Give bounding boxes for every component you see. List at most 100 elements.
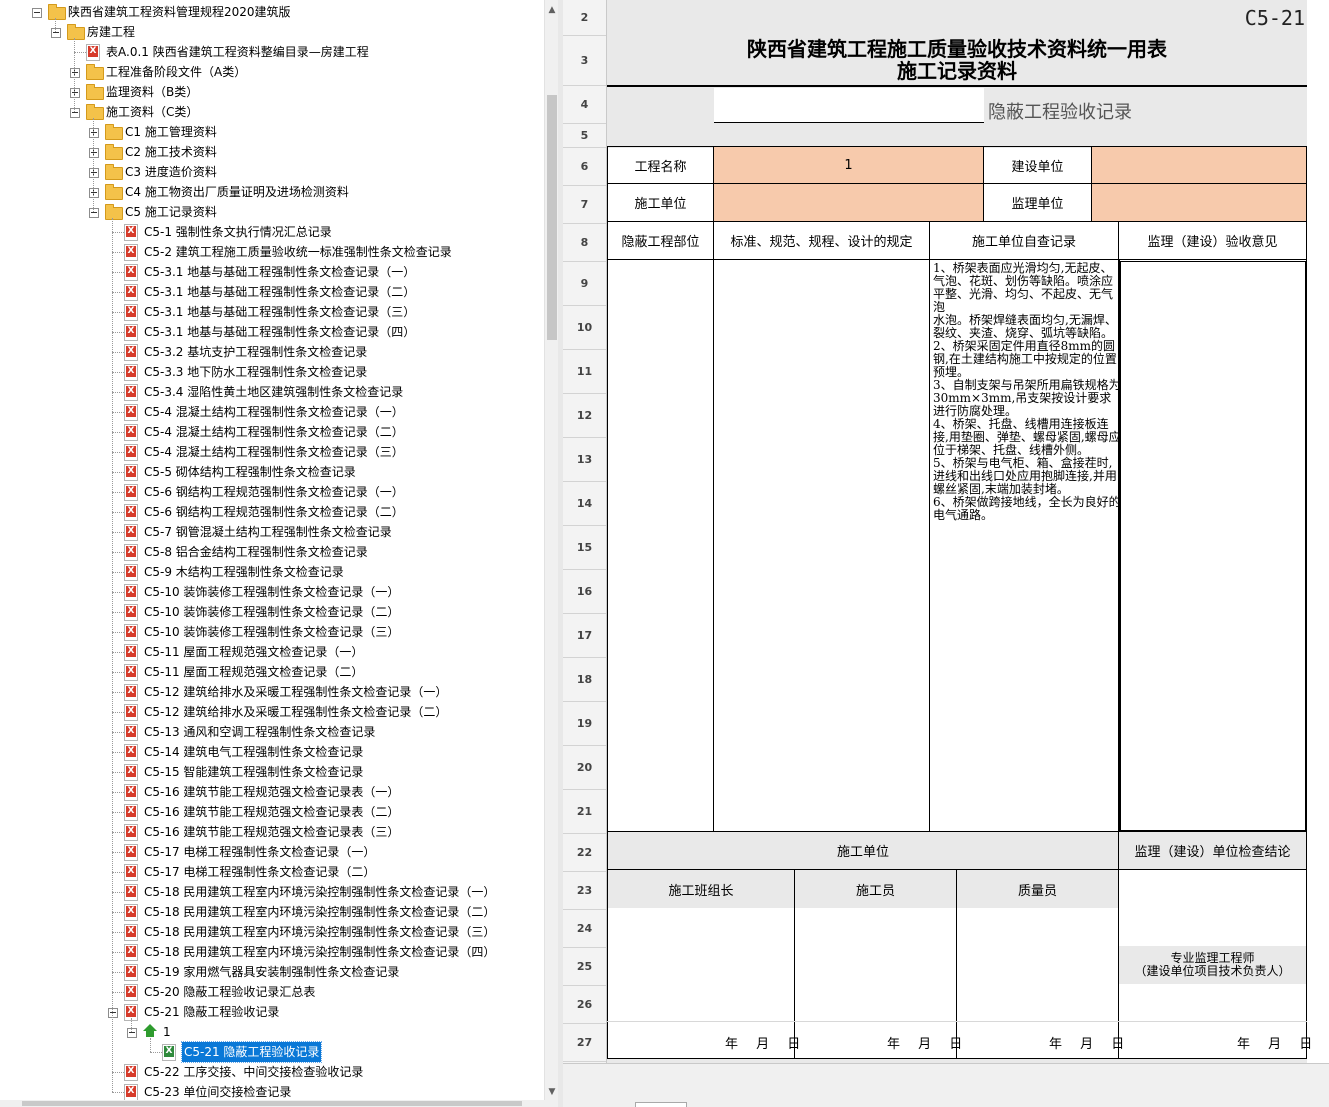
- expand-icon[interactable]: [89, 128, 99, 138]
- row-number[interactable]: 25: [563, 948, 606, 986]
- row-number[interactable]: 9: [563, 262, 606, 306]
- tree-item[interactable]: C5-15 智能建筑工程强制性条文检查记录: [0, 762, 544, 782]
- tree-item[interactable]: C5-12 建筑给排水及采暖工程强制性条文检查记录（一）: [0, 682, 544, 702]
- tree-item[interactable]: C5-6 钢结构工程规范强制性条文检查记录（二）: [0, 502, 544, 522]
- collapse-icon[interactable]: [108, 1008, 118, 1018]
- expand-icon[interactable]: [89, 168, 99, 178]
- expand-icon[interactable]: [89, 148, 99, 158]
- tree-vertical-scrollbar[interactable]: ▲ ▼: [544, 0, 559, 1100]
- tree-item[interactable]: C5-3.3 地下防水工程强制性条文检查记录: [0, 362, 544, 382]
- tree-item[interactable]: C5-2 建筑工程施工质量验收统一标准强制性条文检查记录: [0, 242, 544, 262]
- tree-item[interactable]: C5-4 混凝土结构工程强制性条文检查记录（三）: [0, 442, 544, 462]
- collapse-icon[interactable]: [51, 28, 61, 38]
- tree-item[interactable]: C2 施工技术资料: [0, 142, 544, 162]
- row-number[interactable]: 12: [563, 394, 606, 438]
- collapse-icon[interactable]: [127, 1028, 137, 1038]
- row-number[interactable]: 4: [563, 86, 606, 124]
- tree-item[interactable]: C5-3.1 地基与基础工程强制性条文检查记录（三）: [0, 302, 544, 322]
- tree-item[interactable]: C5-19 家用燃气器具安装制强制性条文检查记录: [0, 962, 544, 982]
- row-number[interactable]: 14: [563, 482, 606, 526]
- expand-icon[interactable]: [70, 88, 80, 98]
- doc-number-field[interactable]: [714, 88, 984, 123]
- scroll-down-arrow-icon[interactable]: ▼: [547, 1086, 557, 1098]
- tree-item[interactable]: C5-11 屋面工程规范强文检查记录（二）: [0, 662, 544, 682]
- supervisor-conclusion-area[interactable]: [1119, 870, 1307, 946]
- row-number[interactable]: 20: [563, 746, 606, 790]
- row-number[interactable]: 17: [563, 614, 606, 658]
- tree-item[interactable]: C5-3.1 地基与基础工程强制性条文检查记录（四）: [0, 322, 544, 342]
- tree-item[interactable]: C5-18 民用建筑工程室内环境污染控制强制性条文检查记录（一）: [0, 882, 544, 902]
- standards-cell[interactable]: [714, 260, 930, 832]
- row-number[interactable]: 10: [563, 306, 606, 350]
- tree-item[interactable]: C5-23 单位间交接检查记录: [0, 1082, 544, 1100]
- tree-item[interactable]: C5-4 混凝土结构工程强制性条文检查记录（一）: [0, 402, 544, 422]
- expand-icon[interactable]: [89, 188, 99, 198]
- tree-item[interactable]: C5-4 混凝土结构工程强制性条文检查记录（二）: [0, 422, 544, 442]
- tree-item[interactable]: C5-18 民用建筑工程室内环境污染控制强制性条文检查记录（四）: [0, 942, 544, 962]
- row-number[interactable]: 27: [563, 1024, 606, 1062]
- tree-item[interactable]: C5-18 民用建筑工程室内环境污染控制强制性条文检查记录（三）: [0, 922, 544, 942]
- row-number[interactable]: 19: [563, 702, 606, 746]
- row-number[interactable]: 7: [563, 186, 606, 224]
- tree-item[interactable]: C5 施工记录资料: [0, 202, 544, 222]
- row-number[interactable]: 22: [563, 834, 606, 872]
- tree-item[interactable]: 工程准备阶段文件（A类）: [0, 62, 544, 82]
- tree-item[interactable]: 1: [0, 1022, 544, 1042]
- tree-item[interactable]: 表A.0.1 陕西省建筑工程资料整编目录—房建工程: [0, 42, 544, 62]
- expand-icon[interactable]: [70, 68, 80, 78]
- tree-item[interactable]: C5-10 装饰装修工程强制性条文检查记录（二）: [0, 602, 544, 622]
- collapse-icon[interactable]: [32, 8, 42, 18]
- collapse-icon[interactable]: [70, 108, 80, 118]
- tree-item[interactable]: C5-3.2 基坑支护工程强制性条文检查记录: [0, 342, 544, 362]
- row-number[interactable]: 21: [563, 790, 606, 834]
- tree-item[interactable]: C5-21 隐蔽工程验收记录: [0, 1041, 544, 1063]
- tree-item[interactable]: C5-3.1 地基与基础工程强制性条文检查记录（一）: [0, 262, 544, 282]
- tree-item[interactable]: C5-3.1 地基与基础工程强制性条文检查记录（二）: [0, 282, 544, 302]
- sheet-tab[interactable]: [635, 1102, 687, 1107]
- tree-item[interactable]: C5-11 屋面工程规范强文检查记录（一）: [0, 642, 544, 662]
- row-number[interactable]: 8: [563, 224, 606, 262]
- row-number[interactable]: 11: [563, 350, 606, 394]
- tree-item[interactable]: C4 施工物资出厂质量证明及进场检测资料: [0, 182, 544, 202]
- tree-item[interactable]: C5-13 通风和空调工程强制性条文检查记录: [0, 722, 544, 742]
- tree-item[interactable]: 房建工程: [0, 22, 544, 42]
- tree-item[interactable]: 施工资料（C类）: [0, 102, 544, 122]
- tree-item[interactable]: C5-16 建筑节能工程规范强文检查记录表（三）: [0, 822, 544, 842]
- row-number[interactable]: 2: [563, 0, 606, 36]
- tree-item[interactable]: C5-18 民用建筑工程室内环境污染控制强制性条文检查记录（二）: [0, 902, 544, 922]
- tree-horizontal-scrollbar[interactable]: [0, 1100, 558, 1107]
- tree-item[interactable]: C5-10 装饰装修工程强制性条文检查记录（一）: [0, 582, 544, 602]
- tree-item[interactable]: C5-21 隐蔽工程验收记录: [0, 1002, 544, 1022]
- tree-item[interactable]: C5-8 铝合金结构工程强制性条文检查记录: [0, 542, 544, 562]
- tree-item[interactable]: C5-1 强制性条文执行情况汇总记录: [0, 222, 544, 242]
- builder-unit-value[interactable]: [714, 184, 984, 222]
- tree-item[interactable]: C5-12 建筑给排水及采暖工程强制性条文检查记录（二）: [0, 702, 544, 722]
- tree-item[interactable]: C5-17 电梯工程强制性条文检查记录（二）: [0, 862, 544, 882]
- tree-item[interactable]: C5-3.4 湿陷性黄土地区建筑强制性条文检查记录: [0, 382, 544, 402]
- tree-item[interactable]: 监理资料（B类）: [0, 82, 544, 102]
- row-number[interactable]: 15: [563, 526, 606, 570]
- tree-item[interactable]: C1 施工管理资料: [0, 122, 544, 142]
- row-number[interactable]: 24: [563, 910, 606, 948]
- project-name-value[interactable]: 1: [714, 146, 984, 184]
- row-number[interactable]: 26: [563, 986, 606, 1024]
- row-number[interactable]: 6: [563, 148, 606, 186]
- tree-item[interactable]: C3 进度造价资料: [0, 162, 544, 182]
- row-number[interactable]: 5: [563, 124, 606, 148]
- construction-unit-value[interactable]: [1092, 146, 1307, 184]
- scroll-up-arrow-icon[interactable]: ▲: [547, 4, 557, 16]
- tree-item[interactable]: C5-17 电梯工程强制性条文检查记录（一）: [0, 842, 544, 862]
- tree-item[interactable]: C5-7 钢管混凝土结构工程强制性条文检查记录: [0, 522, 544, 542]
- row-number[interactable]: 16: [563, 570, 606, 614]
- supervisor-unit-value[interactable]: [1092, 184, 1307, 222]
- hidden-part-cell[interactable]: [607, 260, 714, 832]
- row-number[interactable]: 23: [563, 872, 606, 910]
- collapse-icon[interactable]: [89, 208, 99, 218]
- tree-item[interactable]: C5-22 工序交接、中间交接检查验收记录: [0, 1062, 544, 1082]
- tree-item[interactable]: C5-9 木结构工程强制性条文检查记录: [0, 562, 544, 582]
- tree-item[interactable]: C5-5 砌体结构工程强制性条文检查记录: [0, 462, 544, 482]
- tree-scroll-thumb[interactable]: [547, 95, 557, 340]
- supervisor-opinion-cell[interactable]: [1119, 260, 1307, 832]
- tree-item[interactable]: 陕西省建筑工程资料管理规程2020建筑版: [0, 2, 544, 22]
- tree-hscroll-thumb[interactable]: [22, 1101, 522, 1106]
